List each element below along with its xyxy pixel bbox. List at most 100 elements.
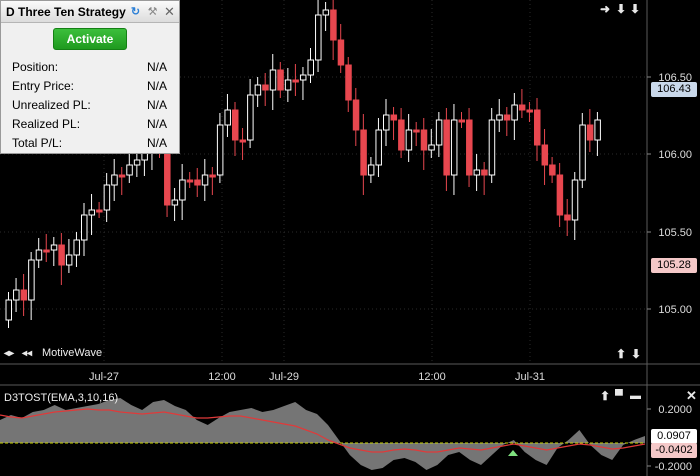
strategy-panel-header[interactable]: D Three Ten Strategy ↻ ⚒ ✕ (1, 1, 179, 23)
entry-price-label: Entry Price: (12, 78, 75, 93)
up-candle (103, 184, 111, 211)
total-pl-row: Total P/L: N/A (1, 133, 179, 152)
down-candle (526, 109, 533, 113)
scroll-left-icon[interactable]: ◂▸ (4, 348, 14, 360)
arrow-up-icon[interactable]: ⬆ (616, 348, 626, 360)
down-candle (330, 9, 337, 41)
up-candle (216, 124, 224, 176)
down-candle (458, 119, 465, 123)
up-candle (133, 159, 141, 166)
down-candle (186, 179, 194, 183)
price-tick-label: 105.50 (658, 227, 692, 239)
up-candle (88, 209, 96, 216)
time-tick-label: 12:00 (208, 371, 236, 383)
indicator-title: D3TOST(EMA,3,10,16) (4, 392, 119, 404)
indicator-signal-tag: -0.0402 (651, 443, 697, 458)
down-candle (164, 149, 171, 206)
up-candle (473, 169, 481, 176)
refresh-icon[interactable]: ↻ (128, 4, 143, 19)
unrealized-pl-row: Unrealized PL: N/A (1, 95, 179, 114)
up-candle (367, 164, 375, 176)
close-icon[interactable]: ✕ (162, 4, 177, 19)
price-tick-label: 105.00 (658, 304, 692, 316)
minimize-icon[interactable]: ▬ (630, 390, 641, 402)
up-candle (496, 114, 503, 121)
realized-pl-row: Realized PL: N/A (1, 114, 179, 133)
up-candle (383, 114, 390, 131)
realized-pl-value: N/A (146, 116, 167, 131)
down-candle (194, 179, 201, 186)
down-candle (277, 69, 284, 91)
up-candle (73, 239, 80, 256)
down-candle (518, 104, 526, 111)
price-axis: 106.50 106.00 105.50 105.00 (658, 72, 692, 316)
down-candle (337, 39, 345, 66)
up-candle (435, 119, 443, 146)
down-candle (209, 174, 216, 178)
activate-button[interactable]: Activate (53, 28, 127, 50)
up-candle (5, 299, 12, 321)
strategy-panel: D Three Ten Strategy ↻ ⚒ ✕ Activate Posi… (0, 0, 180, 154)
up-candle (50, 244, 58, 251)
time-tick-label: Jul-31 (515, 371, 545, 383)
up-candle (405, 129, 413, 151)
down-candle (262, 84, 269, 91)
wrench-icon[interactable]: ⚒ (145, 4, 160, 19)
strategy-title: D Three Ten Strategy (6, 4, 126, 19)
time-tick-label: Jul-29 (269, 371, 299, 383)
up-candle (171, 199, 179, 206)
arrow-down-icon[interactable]: ⬇ (631, 348, 641, 360)
down-candle (352, 99, 360, 131)
unrealized-pl-value: N/A (146, 97, 167, 112)
up-candle (315, 14, 322, 61)
arrow-down-icon[interactable]: ⬇ (630, 3, 640, 15)
down-candle (556, 174, 564, 216)
scroll-right-icon[interactable]: ➜ (600, 3, 610, 15)
current-price-tag: 106.43 (651, 82, 697, 97)
up-candle (307, 59, 314, 76)
down-candle (534, 109, 541, 146)
down-candle (239, 139, 247, 143)
down-candle (20, 289, 28, 301)
up-candle (284, 79, 292, 91)
up-candle (13, 289, 20, 301)
position-label: Position: (12, 59, 59, 74)
down-candle (420, 129, 428, 151)
up-candle (375, 129, 382, 166)
up-candle (594, 119, 601, 141)
oscillator-histogram (0, 398, 645, 470)
entry-price-value: N/A (146, 78, 167, 93)
up-candle (247, 94, 254, 141)
down-candle (398, 119, 405, 151)
up-candle (428, 144, 435, 151)
up-candle (450, 119, 458, 176)
down-candle (390, 114, 398, 121)
indicator-pane: 0.2000 -0.2000 (0, 398, 692, 473)
up-candle (35, 249, 43, 261)
arrow-up-icon[interactable]: ⬆ (600, 390, 610, 402)
down-candle (549, 164, 556, 176)
time-tick-label: 12:00 (418, 371, 446, 383)
position-row: Position: N/A (1, 57, 179, 76)
down-candle (58, 244, 65, 266)
up-candle (579, 124, 586, 181)
close-icon[interactable]: ✕ (686, 389, 697, 402)
time-tick-label: Jul-27 (89, 371, 119, 383)
maximize-icon[interactable]: ▀ (615, 390, 623, 402)
up-candle (224, 109, 231, 126)
entry-price-row: Entry Price: N/A (1, 76, 179, 95)
scroll-arrows-icon[interactable]: ◂◂ (22, 348, 32, 360)
indicator-tick-label: -0.2000 (655, 461, 692, 473)
down-candle (481, 169, 488, 176)
price-tick-label: 106.00 (658, 149, 692, 161)
position-value: N/A (146, 59, 167, 74)
up-candle (254, 84, 262, 96)
down-candle (360, 129, 367, 176)
up-candle (488, 119, 496, 176)
up-candle (201, 174, 209, 186)
up-candle (28, 259, 35, 301)
up-candle (65, 254, 73, 266)
arrow-down-icon[interactable]: ⬇ (616, 3, 626, 15)
down-candle (443, 119, 450, 176)
up-candle (511, 104, 518, 121)
